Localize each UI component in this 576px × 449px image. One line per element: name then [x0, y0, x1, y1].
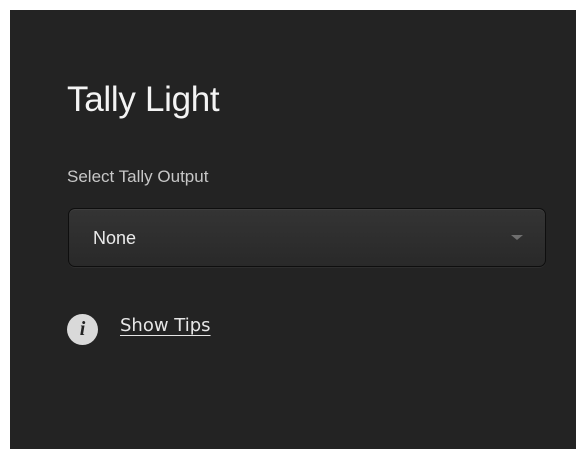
tally-output-dropdown[interactable]: None — [68, 208, 546, 267]
info-icon: i — [67, 314, 98, 345]
panel-title: Tally Light — [67, 80, 220, 119]
chevron-down-icon — [511, 235, 523, 240]
tally-output-selected-value: None — [93, 228, 137, 248]
show-tips-link[interactable]: Show Tips — [120, 315, 211, 337]
tally-output-label: Select Tally Output — [67, 167, 209, 186]
tally-light-panel: Tally Light Select Tally Output None i S… — [10, 10, 576, 449]
